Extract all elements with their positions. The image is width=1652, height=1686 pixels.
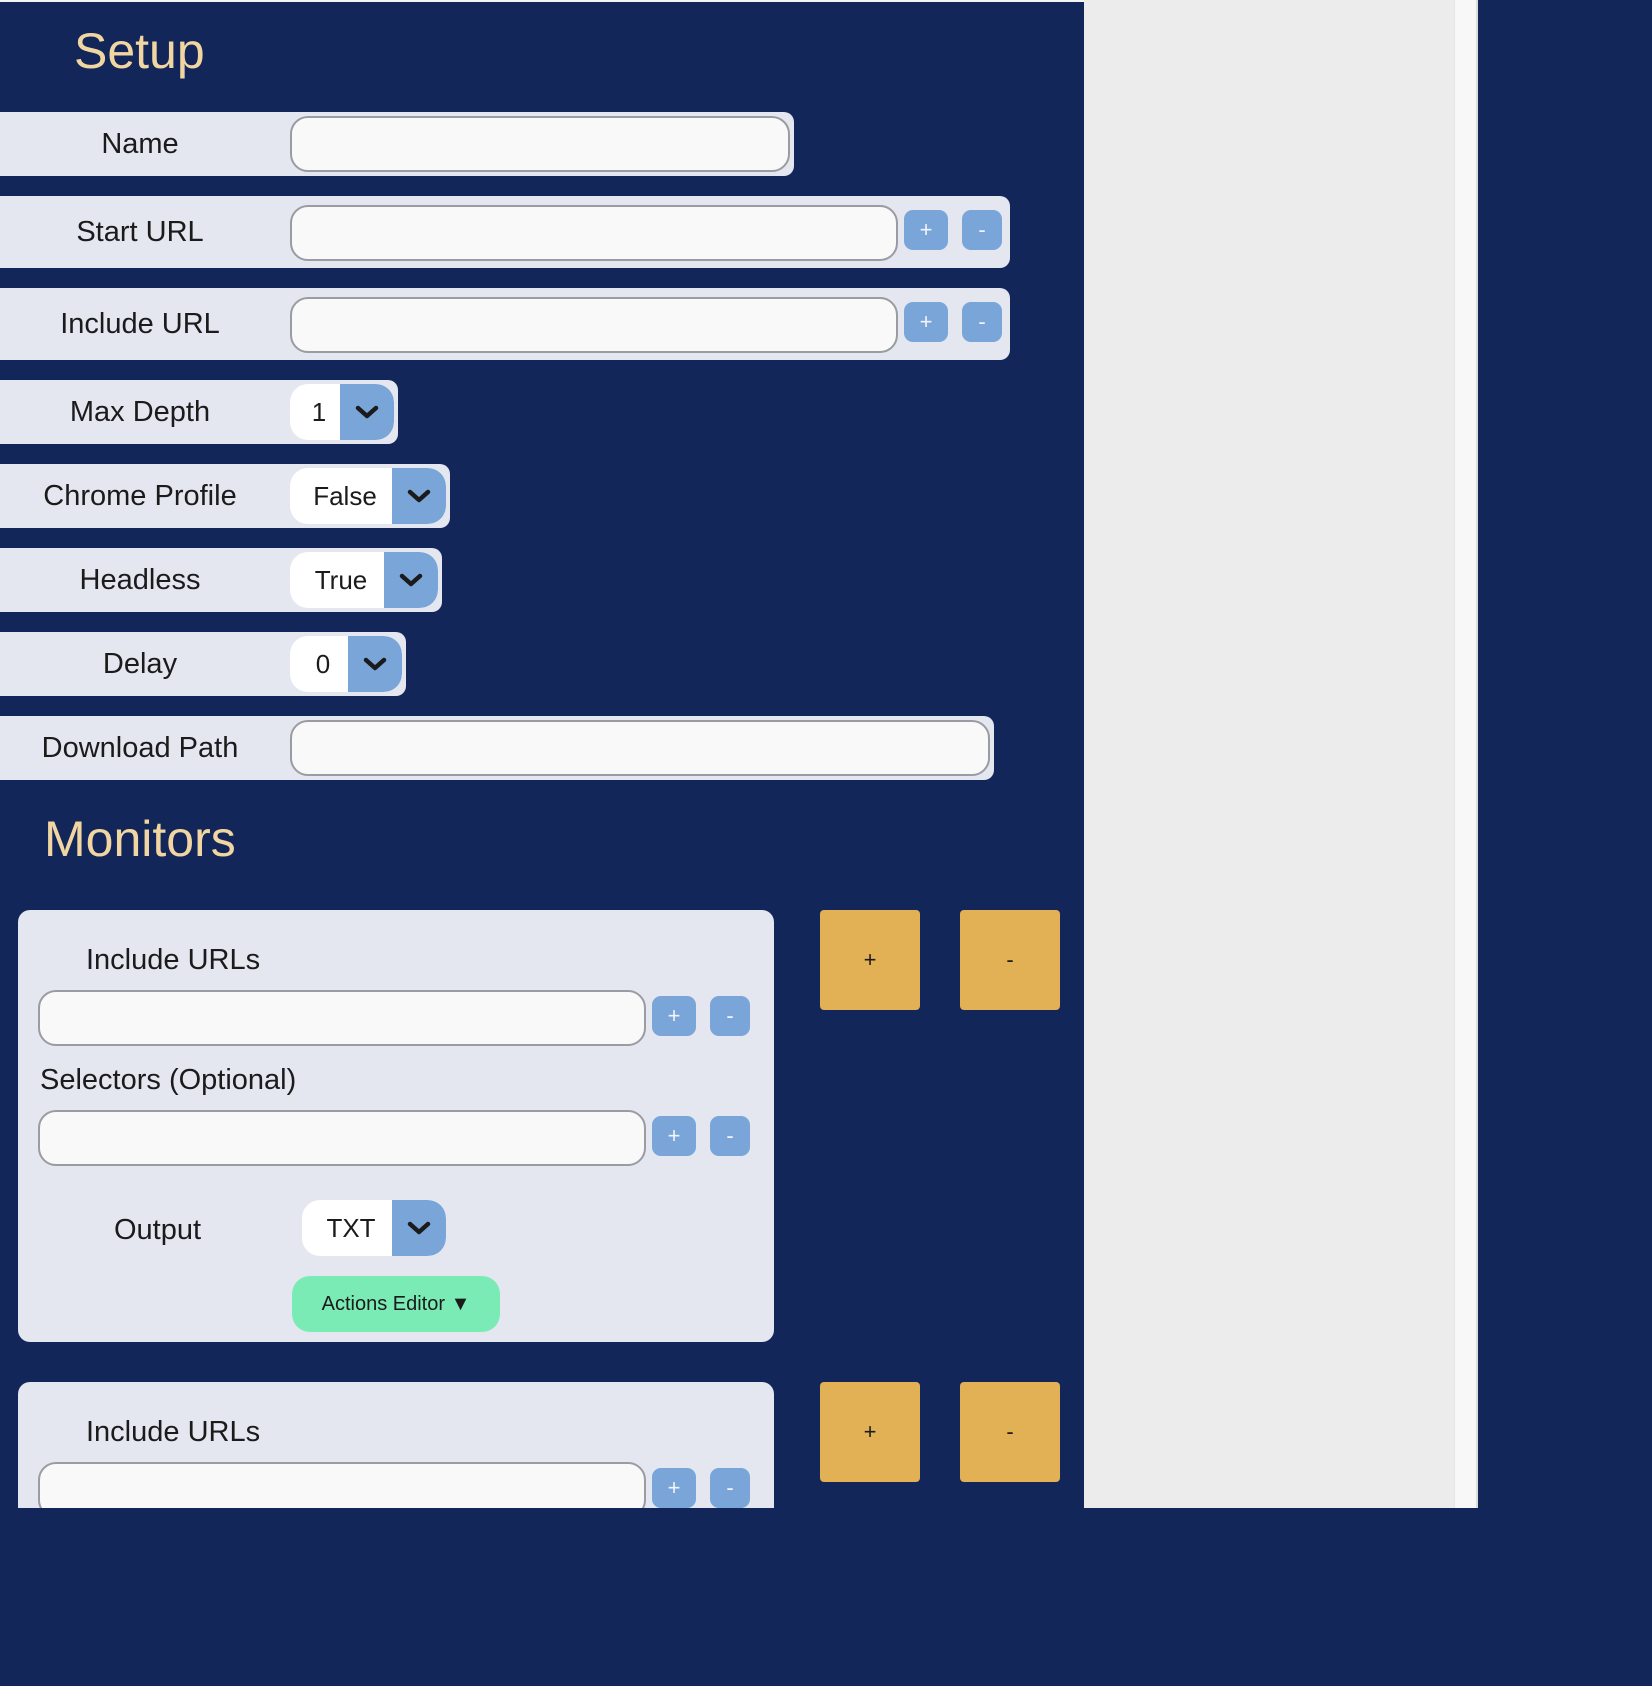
- output-select[interactable]: TXT: [302, 1200, 446, 1256]
- start-url-input[interactable]: [290, 205, 898, 261]
- name-label: Name: [101, 127, 179, 160]
- chrome-profile-row: Chrome Profile False: [0, 464, 450, 528]
- max-depth-label: Max Depth: [69, 395, 211, 428]
- monitor-include-urls-input[interactable]: [38, 1462, 646, 1508]
- side-panel: [1084, 0, 1454, 1508]
- headless-select[interactable]: True: [290, 552, 438, 608]
- include-url-input[interactable]: [290, 297, 898, 353]
- download-path-label: Download Path: [41, 731, 239, 764]
- monitor-include-urls-input[interactable]: [38, 990, 646, 1046]
- name-input[interactable]: [290, 116, 790, 172]
- actions-editor-button[interactable]: Actions Editor ▼: [292, 1276, 500, 1332]
- delay-value: 0: [315, 648, 331, 679]
- include-url-remove-button[interactable]: -: [962, 302, 1002, 342]
- monitors-title: Monitors: [44, 811, 236, 867]
- monitor-selectors-remove-button[interactable]: -: [710, 1116, 750, 1156]
- headless-label: Headless: [79, 563, 201, 596]
- monitor-selectors-add-button[interactable]: +: [652, 1116, 696, 1156]
- include-urls-label: Include URLs: [86, 1416, 261, 1448]
- side-scrollbar[interactable]: [1454, 0, 1478, 1508]
- max-depth-select[interactable]: 1: [290, 384, 394, 440]
- headless-value: True: [314, 564, 368, 595]
- monitor-include-urls-remove-button[interactable]: -: [710, 996, 750, 1036]
- download-path-row: Download Path: [0, 716, 994, 780]
- delay-select[interactable]: 0: [290, 636, 402, 692]
- chrome-profile-value: False: [313, 480, 377, 511]
- chrome-profile-select[interactable]: False: [290, 468, 446, 524]
- start-url-add-button[interactable]: +: [904, 210, 948, 250]
- selectors-label: Selectors (Optional): [40, 1064, 297, 1096]
- include-url-row: Include URL + -: [0, 288, 1010, 360]
- headless-row: Headless True: [0, 548, 442, 612]
- output-label: Output: [114, 1214, 202, 1246]
- monitor-include-urls-remove-button[interactable]: -: [710, 1468, 750, 1508]
- remove-monitor-button[interactable]: -: [960, 1382, 1060, 1482]
- remove-monitor-button[interactable]: -: [960, 910, 1060, 1010]
- include-url-label: Include URL: [60, 307, 220, 340]
- output-value: TXT: [326, 1212, 376, 1243]
- monitor-card: Include URLs + - Selectors (Optional) + …: [18, 910, 774, 1342]
- monitor-selectors-input[interactable]: [38, 1110, 646, 1166]
- delay-row: Delay 0: [0, 632, 406, 696]
- add-monitor-button[interactable]: +: [820, 1382, 920, 1482]
- chevron-down-icon: [392, 1200, 446, 1256]
- name-row: Name: [0, 112, 794, 176]
- chevron-down-icon: [348, 636, 402, 692]
- setup-title: Setup: [74, 23, 205, 79]
- include-url-add-button[interactable]: +: [904, 302, 948, 342]
- monitor-card: Include URLs + -: [18, 1382, 774, 1508]
- chevron-down-icon: [340, 384, 394, 440]
- chevron-down-icon: [384, 552, 438, 608]
- chevron-down-icon: [392, 468, 446, 524]
- max-depth-row: Max Depth 1: [0, 380, 398, 444]
- include-urls-label: Include URLs: [86, 944, 261, 976]
- monitor-include-urls-add-button[interactable]: +: [652, 996, 696, 1036]
- start-url-remove-button[interactable]: -: [962, 210, 1002, 250]
- add-monitor-button[interactable]: +: [820, 910, 920, 1010]
- main-form: Setup Name Start URL + - Include URL + -…: [0, 0, 1084, 1508]
- download-path-input[interactable]: [290, 720, 990, 776]
- delay-label: Delay: [102, 647, 178, 680]
- chrome-profile-label: Chrome Profile: [43, 479, 237, 512]
- max-depth-value: 1: [311, 396, 327, 427]
- monitor-include-urls-add-button[interactable]: +: [652, 1468, 696, 1508]
- start-url-label: Start URL: [76, 215, 204, 248]
- start-url-row: Start URL + -: [0, 196, 1010, 268]
